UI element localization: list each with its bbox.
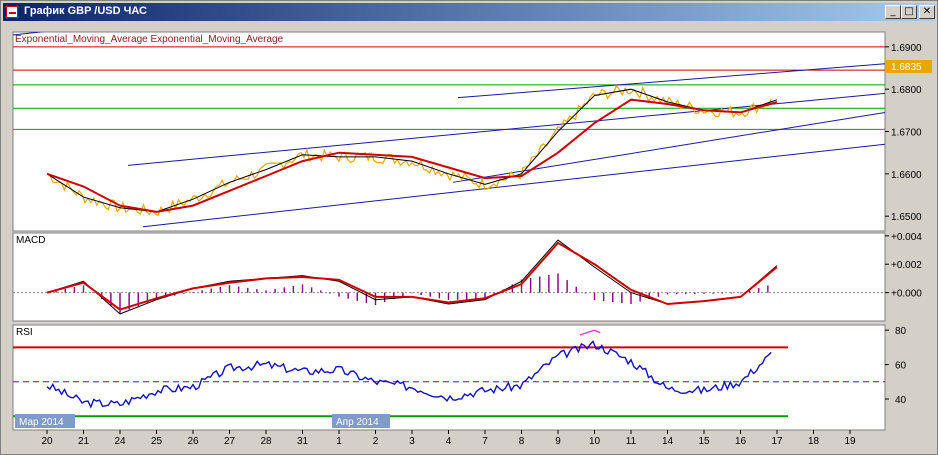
time-tick-label: 7 (482, 436, 488, 447)
chart-window: График GBP /USD ЧАС _ □ ✕ Exponential_Mo… (0, 0, 938, 455)
time-tick-label: 4 (446, 436, 452, 447)
close-button[interactable]: ✕ (919, 5, 935, 19)
chart-window-icon (6, 6, 18, 18)
title-bar: График GBP /USD ЧАС _ □ ✕ (3, 3, 935, 21)
time-tick-label: 9 (555, 436, 561, 447)
month-marker-mar: Мар 2014 (19, 417, 64, 428)
time-tick-label: 26 (187, 436, 199, 447)
rsi-axis-label: 40 (895, 395, 907, 406)
time-tick-label: 18 (808, 436, 820, 447)
time-tick-label: 31 (297, 436, 309, 447)
price-axis-label: 1.6600 (891, 170, 922, 181)
rsi-label: RSI (16, 327, 33, 338)
price-panel[interactable] (12, 31, 886, 232)
time-axis: 20 21 24 25 26 27 28 31 1 2 3 4 7 8 9 10 11 14 15 16 17 18 19 (41, 430, 856, 447)
current-price-label: 1.6835 (891, 62, 922, 73)
rsi-axis-label: 60 (895, 361, 907, 372)
time-tick-label: 17 (771, 436, 783, 447)
macd-panel[interactable] (12, 232, 886, 322)
maximize-button[interactable]: □ (901, 5, 917, 19)
macd-axis-label: +0.002 (891, 260, 922, 271)
time-tick-label: 2 (373, 436, 379, 447)
time-tick-label: 28 (260, 436, 272, 447)
rsi-axis: 80 60 40 (885, 326, 907, 406)
time-tick-label: 16 (735, 436, 747, 447)
minimize-button[interactable]: _ (885, 5, 901, 19)
time-tick-label: 20 (41, 436, 53, 447)
time-tick-label: 11 (626, 436, 637, 447)
month-marker-apr: Апр 2014 (336, 417, 379, 428)
time-tick-label: 3 (409, 436, 415, 447)
price-axis-label: 1.6900 (891, 43, 922, 54)
time-tick-label: 1 (336, 436, 342, 447)
rsi-panel[interactable] (12, 324, 886, 431)
window-title: График GBP /USD ЧАС (24, 5, 147, 17)
time-tick-label: 10 (589, 436, 601, 447)
price-axis-label: 1.6500 (891, 212, 922, 223)
price-axis-label: 1.6800 (891, 85, 922, 96)
macd-axis: +0.004 +0.002 +0.000 (885, 232, 922, 300)
macd-label: MACD (16, 235, 45, 246)
time-tick-label: 21 (78, 436, 90, 447)
time-tick-label: 27 (224, 436, 236, 447)
time-tick-label: 8 (519, 436, 525, 447)
time-tick-label: 25 (151, 436, 163, 447)
indicator-legend: Exponential_Moving_Average Exponential_M… (15, 34, 284, 45)
macd-axis-label: +0.000 (891, 289, 922, 300)
time-tick-label: 19 (844, 436, 856, 447)
time-tick-label: 24 (114, 436, 126, 447)
macd-axis-label: +0.004 (891, 232, 922, 243)
chart-area[interactable]: Exponential_Moving_Average Exponential_M… (3, 23, 935, 453)
time-tick-label: 14 (662, 436, 674, 447)
time-tick-label: 15 (698, 436, 710, 447)
rsi-axis-label: 80 (895, 326, 907, 337)
price-axis-label: 1.6700 (891, 128, 922, 139)
